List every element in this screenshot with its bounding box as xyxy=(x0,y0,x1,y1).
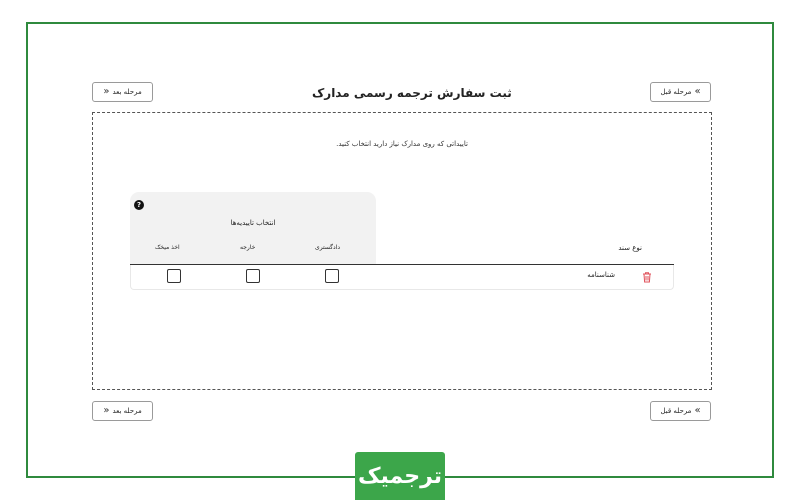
trash-icon[interactable] xyxy=(641,271,653,283)
document-name: شناسنامه xyxy=(587,271,615,279)
col-header-foreign-affairs: خارجه xyxy=(240,244,256,251)
confirmations-panel: ? انتخاب تاییدیه‌ها اخذ میخک خارجه دادگس… xyxy=(130,192,376,264)
checkbox-mikhak[interactable] xyxy=(167,269,181,283)
help-icon[interactable]: ? xyxy=(134,200,144,210)
prev-step-label: مرحله قبل xyxy=(660,88,692,96)
brand-logo: ترجمیک xyxy=(355,452,445,500)
page-header: ثبت سفارش ترجمه رسمی مدارک xyxy=(306,81,512,105)
confirmations-title: انتخاب تاییدیه‌ها xyxy=(230,219,276,227)
checkbox-foreign-affairs[interactable] xyxy=(246,269,260,283)
table-row: شناسنامه xyxy=(130,265,674,290)
double-chevron-right-icon: » xyxy=(694,86,701,97)
order-form-area: تاییداتی که روی مدارک نیاز دارید انتخاب … xyxy=(92,112,712,390)
page-title: ثبت سفارش ترجمه رسمی مدارک xyxy=(312,86,512,100)
next-step-label: مرحله بعد xyxy=(112,407,142,415)
instruction-text: تاییداتی که روی مدارک نیاز دارید انتخاب … xyxy=(336,140,468,148)
prev-step-button-top[interactable]: » مرحله قبل xyxy=(650,82,711,102)
double-chevron-left-icon: « xyxy=(103,86,110,97)
prev-step-label: مرحله قبل xyxy=(660,407,692,415)
next-step-button-top[interactable]: مرحله بعد « xyxy=(92,82,153,102)
next-step-label: مرحله بعد xyxy=(112,88,142,96)
doc-type-header: نوع سند xyxy=(618,244,642,252)
double-chevron-left-icon: « xyxy=(103,405,110,416)
col-header-mikhak: اخذ میخک xyxy=(155,244,180,251)
col-header-justice: دادگستری xyxy=(315,244,341,251)
next-step-button-bottom[interactable]: مرحله بعد « xyxy=(92,401,153,421)
checkbox-justice[interactable] xyxy=(325,269,339,283)
prev-step-button-bottom[interactable]: » مرحله قبل xyxy=(650,401,711,421)
double-chevron-right-icon: » xyxy=(694,405,701,416)
